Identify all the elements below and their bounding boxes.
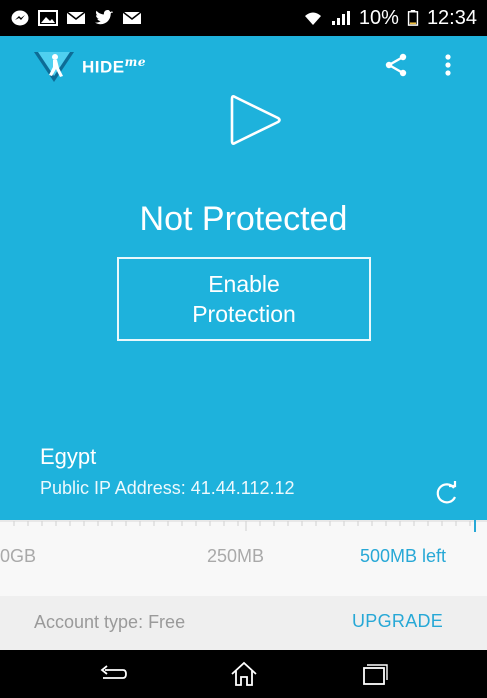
account-bar: Account type: Free UPGRADE (0, 596, 487, 650)
messenger-icon (10, 10, 30, 26)
wifi-icon (303, 10, 323, 26)
data-usage-meter: 0GB 250MB 500MB left (0, 520, 487, 596)
back-icon[interactable] (97, 660, 129, 688)
play-icon[interactable] (226, 92, 286, 148)
signal-icon (331, 10, 351, 26)
logo-text: HIDEme (82, 55, 146, 78)
upgrade-button[interactable]: UPGRADE (352, 611, 443, 632)
usage-ruler (0, 520, 487, 532)
battery-icon (407, 10, 419, 26)
mail-icon (122, 10, 142, 26)
navigation-bar (0, 650, 487, 698)
overflow-menu-icon[interactable] (438, 52, 458, 78)
logo-text-main: HIDE (82, 57, 125, 77)
image-icon (38, 10, 58, 26)
share-icon[interactable] (383, 52, 409, 78)
protection-status: Not Protected (139, 200, 348, 238)
home-icon[interactable] (228, 660, 260, 688)
public-ip-address: Public IP Address: 41.44.112.12 (40, 478, 295, 498)
clock: 12:34 (426, 6, 477, 29)
refresh-icon[interactable] (434, 480, 460, 506)
account-type-label: Account type: Free (34, 612, 186, 632)
notification-icons (10, 10, 142, 26)
protection-panel: HIDEme Not Protected Enable Protection E… (0, 36, 487, 520)
twitter-icon (94, 10, 114, 26)
hideme-logo-icon (34, 52, 74, 82)
usage-min-label: 0GB (0, 546, 37, 566)
country-name: Egypt (40, 444, 97, 469)
mail-icon (66, 10, 86, 26)
usage-mid-label: 250MB (207, 546, 265, 566)
enable-protection-label: Enable Protection (192, 271, 296, 327)
recent-apps-icon[interactable] (358, 660, 390, 688)
usage-remaining-label: 500MB left (360, 546, 447, 566)
system-status: 10% 12:34 (303, 7, 477, 30)
app-bar: HIDEme (0, 36, 487, 92)
logo-text-suffix: me (124, 54, 146, 69)
battery-percent: 10% (358, 6, 399, 29)
status-bar: 10% 12:34 (0, 0, 487, 36)
enable-protection-button[interactable]: Enable Protection (117, 257, 371, 341)
hideme-logo: HIDEme (32, 48, 146, 84)
